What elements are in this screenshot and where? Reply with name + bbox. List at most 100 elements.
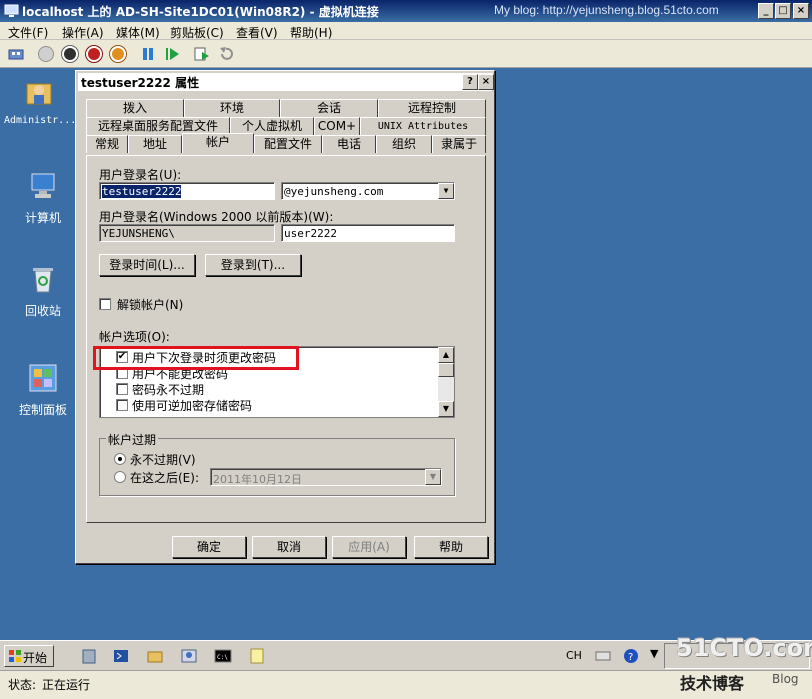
option-label-2: 密码永不过期 [132,383,205,397]
tab-address[interactable]: 地址 [128,135,182,153]
account-options-label: 帐户选项(O): [99,330,170,344]
keyboard-icon[interactable] [594,647,612,665]
desktop-icon-admin[interactable]: Administr... [4,76,77,126]
watermark-sub: 技术博客 [680,674,745,693]
end-of-radio[interactable] [114,471,126,483]
reset-icon[interactable] [164,46,180,62]
desktop-icon-label: 回收站 [24,304,61,318]
scroll-up-icon[interactable]: ▲ [438,347,454,363]
cancel-button[interactable]: 取消 [252,536,326,558]
notepad-icon[interactable] [248,647,266,665]
status-label: 状态: [8,678,37,692]
properties-dialog: testuser2222 属性 ? × 拨入 环境 会话 远程控制 远程桌面服务… [75,70,495,564]
pre2000-label: 用户登录名(Windows 2000 以前版本)(W): [99,210,334,224]
cmd-icon[interactable]: C:\ [214,647,232,665]
account-expires-group: 帐户过期 永不过期(V) 在这之后(E): 2011年10月12日 ▼ [99,431,455,496]
scroll-thumb[interactable] [438,363,454,377]
unlock-checkbox[interactable] [99,298,111,310]
desktop-icon-label: Administr... [4,115,77,126]
tab-dial-in[interactable]: 拨入 [86,99,184,117]
tab-profile[interactable]: 配置文件 [254,135,322,153]
revert-icon[interactable] [218,46,234,62]
logon-name-input[interactable]: testuser2222 [99,182,275,200]
account-tab-panel: 用户登录名(U): testuser2222 @yejunsheng.com ▼… [86,155,486,523]
tab-unix-attributes[interactable]: UNIX Attributes [360,117,486,135]
tab-sessions[interactable]: 会话 [280,99,378,117]
tray-expand-icon[interactable]: ▼ [650,647,658,660]
shutdown-icon[interactable] [86,46,102,62]
maximize-button[interactable]: □ [775,3,791,19]
language-indicator[interactable]: CH [566,649,582,662]
minimize-button[interactable]: _ [758,3,774,19]
status-value: 正在运行 [42,678,91,692]
tab-organization[interactable]: 组织 [376,135,432,153]
menu-action[interactable]: 操作(A) [62,24,104,41]
menu-media[interactable]: 媒体(M) [116,24,160,41]
menu-file[interactable]: 文件(F) [8,24,48,41]
turn-off-icon[interactable] [62,46,78,62]
pre2000-domain-field: YEJUNSHENG\ [99,224,275,242]
logon-to-button[interactable]: 登录到(T)... [205,254,301,276]
desktop-icon-control-panel[interactable]: 控制面板 [8,362,78,418]
menu-bar: 文件(F) 操作(A) 媒体(M) 剪贴板(C) 查看(V) 帮助(H) [0,22,812,40]
menu-clipboard[interactable]: 剪贴板(C) [170,24,224,41]
dialog-title: testuser2222 属性 [81,76,200,90]
dialog-close-button[interactable]: × [478,74,494,90]
option-checkbox-2[interactable] [116,383,128,395]
user-folder-icon [26,83,52,105]
dialog-help-button[interactable]: ? [462,74,478,90]
tab-remote-control[interactable]: 远程控制 [378,99,486,117]
explorer-folder-icon[interactable] [146,647,164,665]
blog-watermark: My blog: http://yejunsheng.blog.51cto.co… [494,3,719,17]
ad-users-icon[interactable] [180,647,198,665]
recycle-bin-icon [33,268,53,293]
desktop-icon-computer[interactable]: 计算机 [8,170,78,226]
powershell-icon[interactable] [112,647,130,665]
server-manager-icon[interactable] [80,647,98,665]
menu-help[interactable]: 帮助(H) [290,24,332,41]
desktop-icon-recycle-bin[interactable]: 回收站 [8,263,78,319]
tab-account[interactable]: 帐户 [182,133,254,153]
dialog-titlebar: testuser2222 属性 ? × [78,73,494,91]
tab-telephones[interactable]: 电话 [322,135,376,153]
never-expires-label: 永不过期(V) [130,453,196,467]
pre2000-user-input[interactable]: user2222 [281,224,455,242]
start-label: 开始 [23,651,48,665]
highlight-box [93,346,299,370]
unlock-label: 解锁帐户(N) [117,298,184,312]
watermark-site: 51CTO.com [676,634,812,662]
tab-environment[interactable]: 环境 [184,99,280,117]
option-checkbox-3[interactable] [116,399,128,411]
scroll-down-icon[interactable]: ▼ [438,401,454,417]
save-state-icon[interactable] [110,46,126,62]
help-button[interactable]: 帮助 [414,536,488,558]
logon-name-value: testuser2222 [102,185,182,198]
svg-text:?: ? [628,652,633,663]
vm-icon [4,4,19,17]
snapshot-icon[interactable] [194,46,210,62]
chevron-down-icon: ▼ [425,469,441,485]
help-icon[interactable]: ? [622,647,640,665]
pause-icon[interactable] [140,46,156,62]
apply-button: 应用(A) [332,536,406,558]
chevron-down-icon[interactable]: ▼ [438,183,454,199]
end-of-label: 在这之后(E): [130,471,199,485]
logon-hours-button[interactable]: 登录时间(L)... [99,254,195,276]
ok-button[interactable]: 确定 [172,536,246,558]
domain-value: @yejunsheng.com [284,185,384,198]
tab-member-of[interactable]: 隶属于 [432,135,486,153]
never-expires-radio[interactable] [114,453,126,465]
control-panel-icon [29,364,57,392]
option-label-3: 使用可逆加密存储密码 [132,399,253,413]
close-button[interactable]: × [793,3,809,19]
domain-select[interactable]: @yejunsheng.com ▼ [281,182,455,200]
ctrl-alt-del-icon[interactable] [8,46,24,62]
window-titlebar: localhost 上的 AD-SH-Site1DC01(Win08R2) - … [0,0,812,22]
tab-com-plus[interactable]: COM+ [314,117,360,135]
end-date-value: 2011年10月12日 [213,473,302,486]
tab-general[interactable]: 常规 [86,135,128,153]
menu-view[interactable]: 查看(V) [236,24,278,41]
start-icon[interactable] [38,46,54,62]
start-button[interactable]: 开始 [4,645,54,667]
options-scrollbar[interactable]: ▲ ▼ [438,347,454,417]
